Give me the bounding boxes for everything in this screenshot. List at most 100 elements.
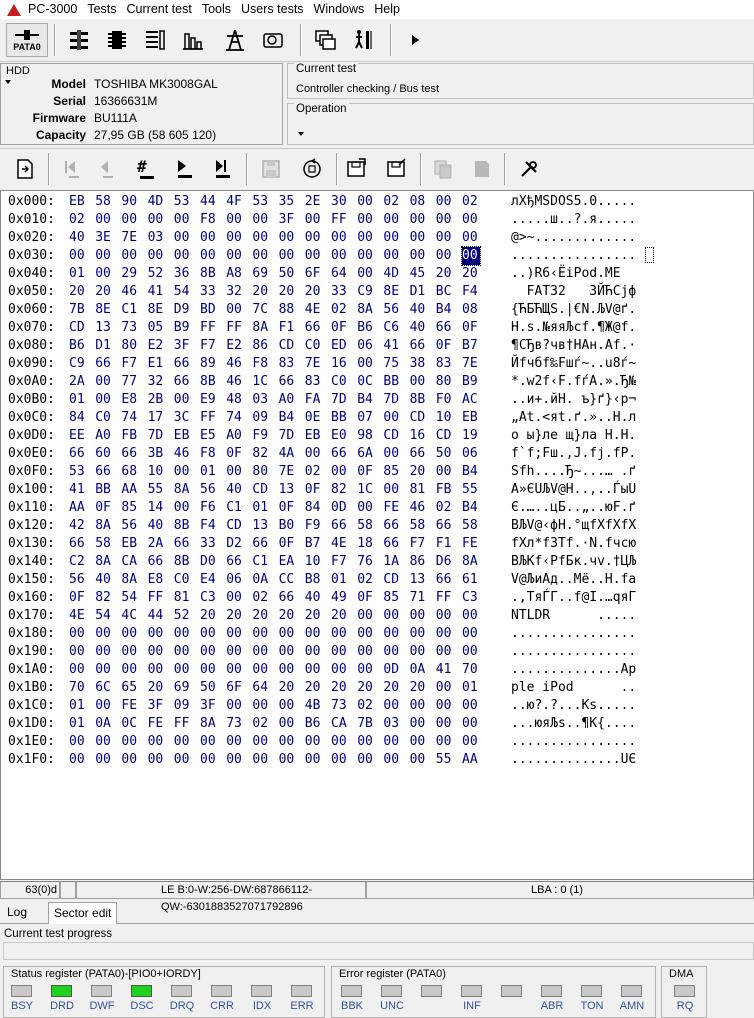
hex-byte[interactable]: E8 xyxy=(148,571,166,589)
hex-byte[interactable]: 00 xyxy=(148,211,166,229)
hex-byte[interactable]: 00 xyxy=(226,751,244,769)
hex-byte[interactable]: 00 xyxy=(174,733,192,751)
hex-byte[interactable]: 4B xyxy=(305,697,323,715)
hex-byte[interactable]: 00 xyxy=(305,733,323,751)
hex-byte[interactable]: 00 xyxy=(252,733,270,751)
hex-byte[interactable]: 46 xyxy=(410,499,428,517)
hex-byte[interactable]: 0F xyxy=(69,589,87,607)
hex-byte[interactable]: FE xyxy=(148,715,166,733)
hex-byte[interactable]: 60 xyxy=(95,445,113,463)
hex-byte[interactable]: 00 xyxy=(200,733,218,751)
hex-byte[interactable]: 20 xyxy=(331,679,349,697)
hex-byte[interactable]: 00 xyxy=(200,229,218,247)
hex-byte[interactable]: 7D xyxy=(383,391,401,409)
hex-byte[interactable]: 80 xyxy=(436,373,454,391)
hex-byte[interactable]: 00 xyxy=(226,697,244,715)
hex-byte[interactable]: 36 xyxy=(174,265,192,283)
hex-byte[interactable]: 0C xyxy=(121,715,139,733)
hex-byte[interactable]: E2 xyxy=(148,337,166,355)
menu-users-tests[interactable]: Users tests xyxy=(236,0,309,19)
hex-byte[interactable]: 7E xyxy=(305,355,323,373)
hex-byte[interactable]: 0F xyxy=(95,499,113,517)
hex-byte[interactable]: 6A xyxy=(357,445,375,463)
hex-byte[interactable]: B4 xyxy=(357,391,375,409)
hex-byte[interactable]: 00 xyxy=(226,625,244,643)
hex-byte[interactable]: BD xyxy=(200,301,218,319)
hex-byte[interactable]: BB xyxy=(331,409,349,427)
hex-byte[interactable]: 20 xyxy=(436,265,454,283)
hex-byte[interactable]: 86 xyxy=(252,337,270,355)
hex-byte[interactable]: 01 xyxy=(69,391,87,409)
hex-byte[interactable]: 00 xyxy=(174,751,192,769)
hex-byte[interactable]: 19 xyxy=(462,427,480,445)
hex-byte[interactable]: 00 xyxy=(174,625,192,643)
hex-byte[interactable]: 8A xyxy=(174,481,192,499)
hex-ascii[interactable]: @>~............. xyxy=(511,229,636,247)
hex-byte[interactable]: 49 xyxy=(331,589,349,607)
hex-byte[interactable]: 00 xyxy=(410,733,428,751)
hex-byte[interactable]: 00 xyxy=(383,229,401,247)
hex-byte[interactable]: 00 xyxy=(331,625,349,643)
hex-byte[interactable]: F9 xyxy=(305,517,323,535)
hex-byte[interactable]: 64 xyxy=(252,679,270,697)
hex-byte[interactable]: BC xyxy=(436,283,454,301)
hex-byte[interactable]: 00 xyxy=(436,463,454,481)
hex-byte[interactable]: 0F xyxy=(279,535,297,553)
hex-byte[interactable]: 02 xyxy=(252,715,270,733)
hex-byte[interactable]: 00 xyxy=(95,211,113,229)
hex-ascii[interactable]: Йfчбf‰Fшѓ~..u8ѓ~ xyxy=(511,355,636,373)
hex-byte[interactable]: 66 xyxy=(383,517,401,535)
hex-ascii[interactable]: f`f;Fш.‚J.fj.fP. xyxy=(511,445,636,463)
hex-byte[interactable]: 00 xyxy=(121,211,139,229)
hex-byte[interactable]: B7 xyxy=(305,535,323,553)
hex-byte[interactable]: 00 xyxy=(383,751,401,769)
hex-byte[interactable]: 00 xyxy=(69,733,87,751)
hex-byte[interactable]: 00 xyxy=(148,661,166,679)
hex-byte[interactable]: EB xyxy=(174,427,192,445)
hex-byte[interactable]: 65 xyxy=(121,679,139,697)
hex-byte[interactable]: 00 xyxy=(383,247,401,265)
hex-byte[interactable]: 20 xyxy=(462,265,480,283)
hex-byte[interactable]: 46 xyxy=(226,373,244,391)
hex-byte[interactable]: 66 xyxy=(226,553,244,571)
hex-byte[interactable]: 00 xyxy=(305,247,323,265)
hex-byte[interactable]: E8 xyxy=(121,391,139,409)
hex-byte[interactable]: 66 xyxy=(436,319,454,337)
hex-byte[interactable]: 00 xyxy=(462,229,480,247)
hex-byte[interactable]: CD xyxy=(279,337,297,355)
hex-byte[interactable]: 00 xyxy=(357,625,375,643)
hex-byte[interactable]: FB xyxy=(436,481,454,499)
hex-byte[interactable]: 2A xyxy=(69,373,87,391)
hex-byte[interactable]: 00 xyxy=(174,229,192,247)
hex-byte[interactable]: 00 xyxy=(410,607,428,625)
hex-byte[interactable]: CA xyxy=(331,715,349,733)
hex-ascii[interactable]: {ЋБЋЩЅ.|€N.ЉV@ґ. xyxy=(511,301,636,319)
hex-byte[interactable]: 00 xyxy=(461,246,481,266)
hex-byte[interactable]: 00 xyxy=(148,643,166,661)
menu-help[interactable]: Help xyxy=(369,0,405,19)
hex-byte[interactable]: 20 xyxy=(226,607,244,625)
hex-byte[interactable]: 00 xyxy=(121,643,139,661)
hex-byte[interactable]: 33 xyxy=(200,283,218,301)
hex-byte[interactable]: AC xyxy=(462,391,480,409)
hex-byte[interactable]: 8A xyxy=(121,571,139,589)
hex-byte[interactable]: E9 xyxy=(200,391,218,409)
hex-byte[interactable]: 50 xyxy=(436,445,454,463)
hex-byte[interactable]: 00 xyxy=(252,229,270,247)
hex-byte[interactable]: D9 xyxy=(174,301,192,319)
hex-ascii[interactable]: *.w2f‹F.fѓА.».Ђ№ xyxy=(511,373,636,391)
hex-ascii[interactable]: „Аt.<яt.ґ.»..Н.л xyxy=(511,409,636,427)
hex-byte[interactable]: EE xyxy=(69,427,87,445)
hex-byte[interactable]: 00 xyxy=(383,445,401,463)
hex-byte[interactable]: 00 xyxy=(462,715,480,733)
hex-byte[interactable]: 02 xyxy=(331,301,349,319)
hex-byte[interactable]: 00 xyxy=(174,391,192,409)
hex-byte[interactable]: 09 xyxy=(252,409,270,427)
hex-byte[interactable]: 66 xyxy=(279,373,297,391)
hex-byte[interactable]: 41 xyxy=(383,337,401,355)
hex-byte[interactable]: B9 xyxy=(462,373,480,391)
hex-byte[interactable]: 2B xyxy=(148,391,166,409)
hex-ascii[interactable]: ................ xyxy=(511,247,636,265)
reload-sector-button[interactable] xyxy=(296,152,328,186)
hex-byte[interactable]: 00 xyxy=(410,643,428,661)
